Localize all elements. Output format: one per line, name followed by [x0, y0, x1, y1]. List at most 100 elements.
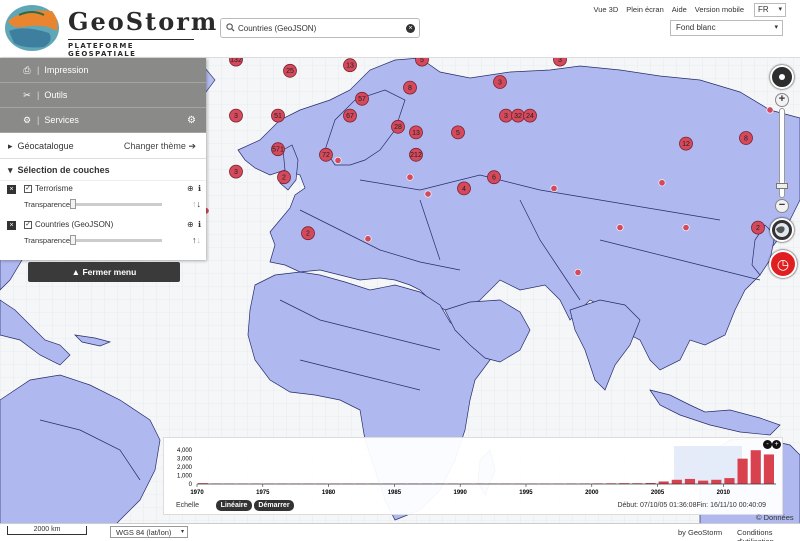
event-point[interactable]: [364, 235, 372, 243]
zoom-in-button[interactable]: +: [775, 93, 789, 107]
cluster-count: 5: [420, 57, 424, 64]
cluster-marker[interactable]: 8: [739, 131, 753, 145]
y-tick-label: 4,000: [177, 448, 193, 454]
cluster-marker[interactable]: 3: [499, 108, 513, 123]
globe-view-icon[interactable]: [770, 218, 794, 242]
x-tick-label: 2010: [717, 490, 731, 496]
cluster-marker[interactable]: 2: [751, 220, 765, 235]
geocatalogue-row[interactable]: ▸ Géocatalogue Changer thème ➔: [0, 133, 206, 159]
zoom-to-layer-icon[interactable]: ⊕: [187, 184, 195, 193]
cluster-marker[interactable]: 51: [271, 108, 285, 123]
menu-impression[interactable]: ⎙ | Impression: [0, 58, 206, 83]
arrow-down-icon[interactable]: ↓: [197, 235, 202, 245]
cluster-marker[interactable]: 28: [391, 119, 405, 134]
event-point[interactable]: [406, 173, 414, 181]
cluster-marker[interactable]: 3: [493, 75, 507, 89]
info-icon[interactable]: ℹ: [198, 220, 202, 229]
remove-layer-icon[interactable]: ×: [7, 185, 16, 194]
transparency-slider-thumb[interactable]: [70, 199, 76, 209]
cluster-marker[interactable]: 8: [403, 80, 417, 95]
remove-layer-icon[interactable]: ×: [7, 221, 16, 230]
zoom-to-layer-icon[interactable]: ⊕: [187, 220, 195, 229]
close-menu-button[interactable]: ▲ Fermer menu: [28, 262, 180, 282]
link-fullscreen[interactable]: Plein écran: [626, 5, 664, 14]
compass-icon[interactable]: [770, 65, 794, 89]
event-point[interactable]: [550, 184, 558, 192]
cluster-marker[interactable]: 13: [409, 125, 423, 140]
cluster-marker[interactable]: 5: [451, 125, 465, 140]
cluster-marker[interactable]: 13: [343, 58, 357, 73]
cluster-marker[interactable]: 25: [283, 63, 297, 78]
cluster-marker[interactable]: 2: [301, 226, 315, 241]
linear-button[interactable]: Linéaire: [216, 500, 252, 511]
cluster-count: 2: [306, 231, 310, 238]
event-point[interactable]: [682, 224, 690, 232]
timeline-chart[interactable]: 4,0003,0002,0001,0000 1970 1975 1980 1985 19…: [164, 438, 784, 500]
timeline-zoom-out-icon[interactable]: -: [763, 440, 772, 449]
layer-visibility-checkbox[interactable]: ✓: [24, 185, 32, 193]
zoom-slider-thumb[interactable]: [776, 183, 788, 189]
timeline-zoom-in-icon[interactable]: +: [772, 440, 781, 449]
link-mobile[interactable]: Version mobile: [695, 5, 744, 14]
basemap-select[interactable]: Fond blanc ▾: [670, 20, 783, 36]
arrow-down-icon[interactable]: ↓: [197, 199, 202, 209]
cluster-marker[interactable]: 571: [271, 142, 285, 157]
transparency-slider-thumb[interactable]: [70, 235, 76, 245]
cluster-count: 8: [408, 85, 412, 92]
transparency-slider-track[interactable]: [72, 203, 162, 206]
cluster-count: 3: [234, 113, 238, 120]
clear-search-icon[interactable]: ×: [406, 24, 415, 33]
data-credits-link[interactable]: © Données: [756, 513, 794, 522]
layer-order-arrows[interactable]: ↑↓: [192, 199, 201, 209]
cluster-marker[interactable]: 3: [229, 108, 243, 123]
link-help[interactable]: Aide: [672, 5, 687, 14]
cluster-marker[interactable]: 32: [511, 108, 525, 123]
crs-select[interactable]: WGS 84 (lat/lon) ▾: [110, 526, 188, 538]
zoom-out-button[interactable]: −: [775, 199, 789, 213]
cluster-count: 67: [346, 113, 354, 120]
cluster-count: 51: [274, 113, 282, 120]
timeline-bar: [763, 454, 774, 484]
clock-icon[interactable]: ◷: [769, 250, 797, 278]
start-button[interactable]: Démarrer: [254, 500, 294, 511]
cluster-count: 24: [526, 113, 534, 120]
cluster-marker[interactable]: 67: [343, 108, 357, 123]
event-point[interactable]: [766, 106, 774, 114]
cluster-marker[interactable]: 212: [409, 147, 423, 162]
event-point[interactable]: [574, 268, 582, 276]
cluster-count: 132: [230, 57, 242, 64]
cluster-marker[interactable]: 12: [679, 136, 693, 151]
layer-order-arrows[interactable]: ↑↓: [192, 235, 201, 245]
x-tick-label: 1975: [256, 490, 270, 496]
cluster-count: 2: [282, 175, 286, 182]
terms-link[interactable]: Conditions d'utilisation: [737, 528, 800, 541]
event-point[interactable]: [424, 190, 432, 198]
event-point[interactable]: [334, 156, 342, 164]
event-point[interactable]: [616, 224, 624, 232]
link-3d-view[interactable]: Vue 3D: [594, 5, 619, 14]
event-point[interactable]: [658, 179, 666, 187]
settings-gear-icon[interactable]: ⚙: [187, 108, 196, 133]
change-theme-link[interactable]: Changer thème ➔: [124, 133, 196, 159]
language-select[interactable]: FR ▾: [754, 3, 786, 17]
search-box[interactable]: ×: [220, 18, 420, 38]
timeline-panel: 4,000 3,000 2,000 1,000 0 1970 1975 1980 1985 19…: [163, 437, 783, 515]
cluster-marker[interactable]: 24: [523, 108, 537, 123]
x-tick-label: 2000: [585, 490, 599, 496]
cluster-marker[interactable]: 72: [319, 147, 333, 162]
byline[interactable]: by GeoStorm: [678, 528, 722, 537]
cluster-marker[interactable]: 3: [229, 164, 243, 179]
scale-label: Echelle: [176, 502, 199, 509]
layer-selection-header[interactable]: ▾ Sélection de couches: [0, 159, 206, 181]
info-icon[interactable]: ℹ: [198, 184, 202, 193]
cluster-marker[interactable]: 57: [355, 91, 369, 106]
menu-services[interactable]: ⚙ | Services ⚙: [0, 108, 206, 133]
logo[interactable]: GeoStorm PLATEFORME GÉOSPATIALE: [4, 3, 216, 58]
search-input[interactable]: [238, 21, 398, 36]
transparency-slider-track[interactable]: [72, 239, 162, 242]
cluster-marker[interactable]: 2: [277, 170, 291, 185]
menu-outils[interactable]: ✂ | Outils: [0, 83, 206, 108]
layer-visibility-checkbox[interactable]: ✓: [24, 221, 32, 229]
cluster-marker[interactable]: 4: [457, 181, 471, 196]
cluster-marker[interactable]: 6: [487, 170, 501, 185]
